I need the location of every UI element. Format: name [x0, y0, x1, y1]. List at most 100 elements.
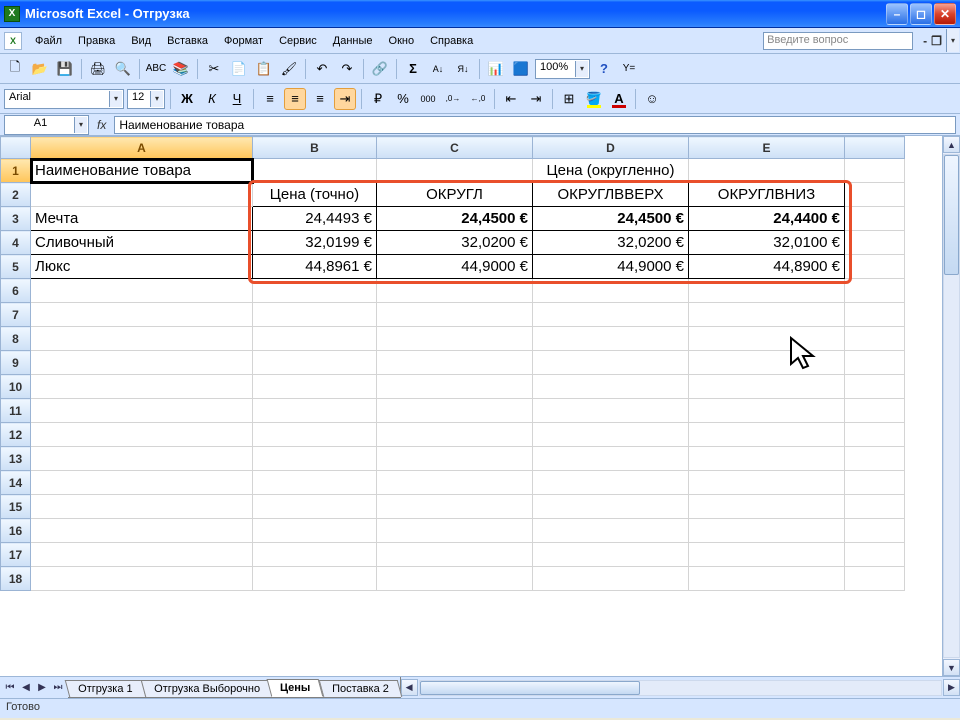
mdi-restore-button[interactable]: ❐ [931, 34, 942, 48]
help-search-input[interactable]: Введите вопрос ▾ [763, 32, 913, 50]
cell-A13[interactable] [31, 447, 253, 471]
cell-A2[interactable] [31, 183, 253, 207]
cell-B5[interactable]: 44,8961 € [253, 255, 377, 279]
cell-blank-10[interactable] [845, 375, 905, 399]
cell-C18[interactable] [377, 567, 533, 591]
menu-view[interactable]: Вид [124, 32, 158, 50]
cell-B3[interactable]: 24,4493 € [253, 207, 377, 231]
cell-C3[interactable]: 24,4500 € [377, 207, 533, 231]
align-left-button[interactable]: ≡ [259, 88, 281, 110]
cell-B12[interactable] [253, 423, 377, 447]
scroll-up-button[interactable]: ▲ [943, 136, 960, 153]
sheet-tab-3[interactable]: Поставка 2 [319, 680, 402, 697]
cell-D6[interactable] [533, 279, 689, 303]
cell-E18[interactable] [689, 567, 845, 591]
cell-D16[interactable] [533, 519, 689, 543]
font-name-combo[interactable]: Arial ▾ [4, 89, 124, 109]
cell-B14[interactable] [253, 471, 377, 495]
increase-indent-button[interactable]: ⇥ [525, 88, 547, 110]
sort-desc-button[interactable]: Я↓ [452, 58, 474, 80]
research-button[interactable]: 📚 [170, 58, 192, 80]
menu-edit[interactable]: Правка [71, 32, 122, 50]
cell-blank-13[interactable] [845, 447, 905, 471]
horizontal-scrollbar[interactable]: ◀ ▶ [400, 677, 960, 698]
scroll-thumb[interactable] [944, 155, 959, 275]
dropdown-arrow-icon[interactable]: ▾ [150, 91, 163, 107]
dropdown-arrow-icon[interactable]: ▾ [575, 61, 588, 77]
cell-D1[interactable]: Цена (округленно) [533, 159, 689, 183]
tab-last-button[interactable]: ⏭ [50, 682, 66, 693]
cell-D15[interactable] [533, 495, 689, 519]
row-header-2[interactable]: 2 [1, 183, 31, 207]
cell-E2[interactable]: ОКРУГЛВНИЗ [689, 183, 845, 207]
scroll-right-button[interactable]: ▶ [943, 679, 960, 696]
cell-B11[interactable] [253, 399, 377, 423]
cell-D7[interactable] [533, 303, 689, 327]
row-header-13[interactable]: 13 [1, 447, 31, 471]
tab-prev-button[interactable]: ◀ [18, 682, 34, 693]
document-icon[interactable]: X [4, 32, 22, 50]
cell-E1[interactable] [689, 159, 845, 183]
cell-E10[interactable] [689, 375, 845, 399]
row-header-6[interactable]: 6 [1, 279, 31, 303]
column-header-C[interactable]: C [377, 137, 533, 159]
zoom-combo[interactable]: 100% ▾ [535, 59, 590, 79]
cell-A7[interactable] [31, 303, 253, 327]
dropdown-arrow-icon[interactable]: ▾ [109, 91, 122, 107]
cell-A3[interactable]: Мечта [31, 207, 253, 231]
cut-button[interactable]: ✂ [203, 58, 225, 80]
cell-blank-3[interactable] [845, 207, 905, 231]
row-header-16[interactable]: 16 [1, 519, 31, 543]
cell-D18[interactable] [533, 567, 689, 591]
spellcheck-button[interactable]: ABC [145, 58, 167, 80]
cell-B18[interactable] [253, 567, 377, 591]
row-header-3[interactable]: 3 [1, 207, 31, 231]
paste-button[interactable]: 📋 [253, 58, 275, 80]
scroll-thumb[interactable] [420, 681, 640, 695]
tab-nav-buttons[interactable]: ⏮ ◀ ▶ ⏭ [0, 677, 68, 698]
cell-B4[interactable]: 32,0199 € [253, 231, 377, 255]
cell-A10[interactable] [31, 375, 253, 399]
cell-C6[interactable] [377, 279, 533, 303]
merge-center-button[interactable]: ⇥ [334, 88, 356, 110]
cell-B17[interactable] [253, 543, 377, 567]
emoji-button[interactable]: ☺ [641, 88, 663, 110]
font-color-button[interactable]: A [608, 88, 630, 110]
currency-button[interactable]: ₽ [367, 88, 389, 110]
column-header-B[interactable]: B [253, 137, 377, 159]
column-header-A[interactable]: A [31, 137, 253, 159]
cell-C16[interactable] [377, 519, 533, 543]
dropdown-arrow-icon[interactable]: ▾ [74, 117, 87, 133]
menu-tools[interactable]: Сервис [272, 32, 324, 50]
maximize-button[interactable]: ◻ [910, 3, 932, 25]
cell-blank-17[interactable] [845, 543, 905, 567]
cell-E3[interactable]: 24,4400 € [689, 207, 845, 231]
cell-C1[interactable] [377, 159, 533, 183]
hyperlink-button[interactable]: 🔗 [369, 58, 391, 80]
underline-button[interactable]: Ч [226, 88, 248, 110]
cell-A18[interactable] [31, 567, 253, 591]
align-center-button[interactable]: ≡ [284, 88, 306, 110]
cell-B2[interactable]: Цена (точно) [253, 183, 377, 207]
cell-A1[interactable]: Наименование товара [31, 159, 253, 183]
cell-D8[interactable] [533, 327, 689, 351]
open-button[interactable]: 📂 [29, 58, 51, 80]
cell-blank-5[interactable] [845, 255, 905, 279]
menu-format[interactable]: Формат [217, 32, 270, 50]
row-header-9[interactable]: 9 [1, 351, 31, 375]
undo-button[interactable]: ↶ [311, 58, 333, 80]
row-header-18[interactable]: 18 [1, 567, 31, 591]
cell-E13[interactable] [689, 447, 845, 471]
new-button[interactable]: 🗋 [4, 58, 26, 80]
row-header-10[interactable]: 10 [1, 375, 31, 399]
dropdown-arrow-icon[interactable]: ▾ [946, 29, 959, 52]
print-preview-button[interactable]: 🔍 [112, 58, 134, 80]
cell-A17[interactable] [31, 543, 253, 567]
menu-file[interactable]: Файл [28, 32, 69, 50]
cell-A9[interactable] [31, 351, 253, 375]
percent-button[interactable]: % [392, 88, 414, 110]
chart-button[interactable]: 📊 [485, 58, 507, 80]
cell-A15[interactable] [31, 495, 253, 519]
cell-blank-9[interactable] [845, 351, 905, 375]
cell-E9[interactable] [689, 351, 845, 375]
